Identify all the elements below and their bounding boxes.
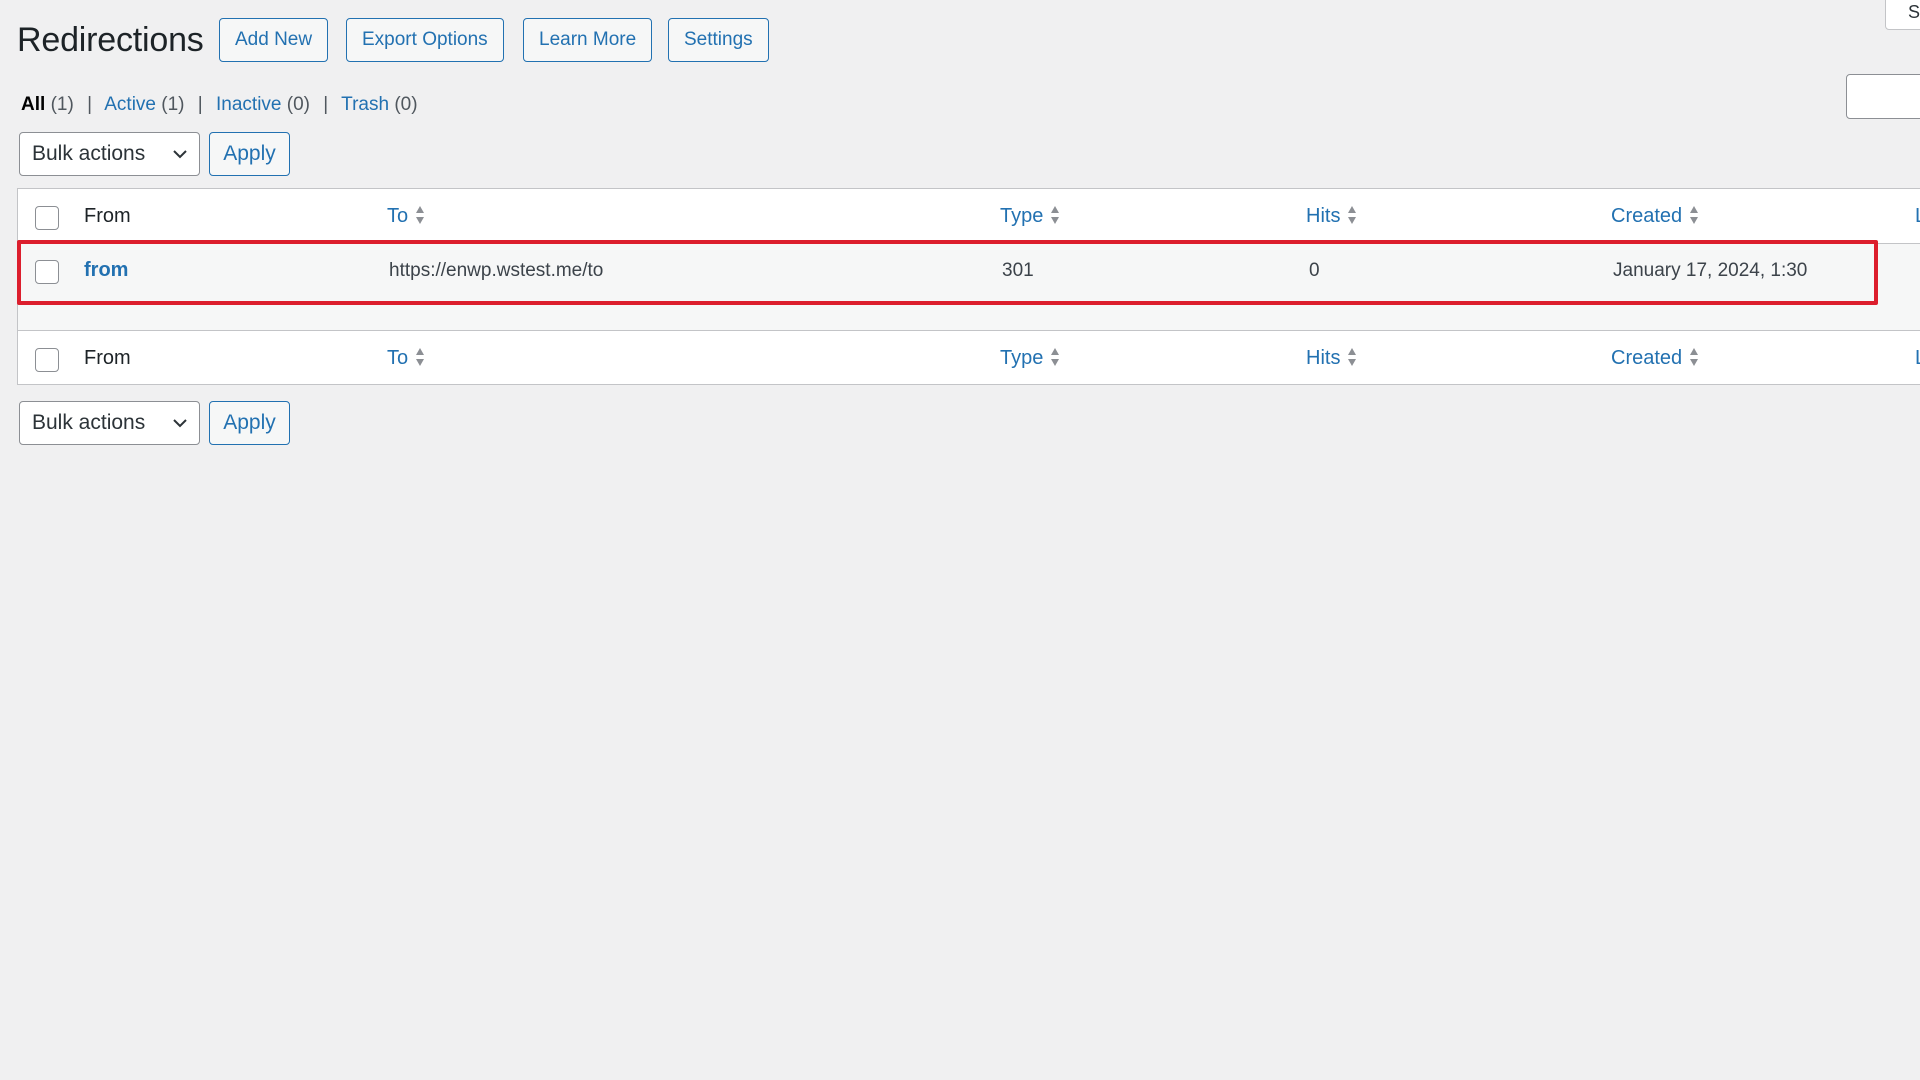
column-header-from: From: [84, 205, 131, 227]
sort-icon: [1051, 347, 1060, 366]
column-header-type[interactable]: Type: [1000, 205, 1060, 228]
filter-inactive[interactable]: Inactive: [216, 94, 281, 115]
redirect-type: 301: [1002, 260, 1034, 281]
bulk-actions-value: Bulk actions: [32, 142, 146, 165]
select-all-checkbox-footer[interactable]: [35, 348, 59, 372]
screen-options-tab[interactable]: S: [1885, 0, 1920, 30]
table-spacer: [18, 301, 1920, 331]
redirects-table: From To Type Hits Created L from https:/…: [17, 188, 1920, 385]
column-footer-to[interactable]: To: [387, 347, 425, 370]
column-footer-last[interactable]: L: [1915, 347, 1920, 370]
redirect-to-url: https://enwp.wstest.me/to: [389, 260, 604, 281]
table-header-row: From To Type Hits Created L: [18, 189, 1920, 244]
sort-icon: [1348, 205, 1357, 224]
filter-trash-count: (0): [394, 94, 418, 115]
filter-all-count: (1): [50, 94, 74, 115]
separator: |: [197, 94, 203, 115]
add-new-button[interactable]: Add New: [219, 18, 329, 62]
chevron-down-icon: [173, 150, 187, 159]
sort-icon: [416, 347, 425, 366]
bulk-actions-value: Bulk actions: [32, 411, 146, 434]
column-header-created[interactable]: Created: [1611, 205, 1699, 228]
table-footer-row: From To Type Hits Created L: [18, 331, 1920, 386]
apply-button-top[interactable]: Apply: [209, 132, 290, 176]
row-checkbox[interactable]: [35, 260, 59, 284]
select-all-checkbox[interactable]: [35, 206, 59, 230]
sort-icon: [1051, 205, 1060, 224]
status-filter-links: All (1) | Active (1) | Inactive (0) | Tr…: [21, 94, 418, 116]
filter-active-count: (1): [161, 94, 185, 115]
settings-button[interactable]: Settings: [668, 18, 769, 62]
redirect-created: January 17, 2024, 1:30: [1613, 260, 1808, 281]
apply-button-bottom[interactable]: Apply: [209, 401, 290, 445]
sort-icon: [1690, 205, 1699, 224]
redirect-hits: 0: [1309, 260, 1320, 281]
column-footer-from: From: [84, 347, 131, 369]
column-footer-type[interactable]: Type: [1000, 347, 1060, 370]
sort-icon: [416, 205, 425, 224]
separator: |: [87, 94, 93, 115]
sort-icon: [1348, 347, 1357, 366]
column-header-to[interactable]: To: [387, 205, 425, 228]
chevron-down-icon: [173, 419, 187, 428]
filter-inactive-count: (0): [286, 94, 311, 115]
column-footer-hits[interactable]: Hits: [1306, 347, 1357, 370]
sort-icon: [1690, 347, 1699, 366]
redirections-page: Redirections Add New Export Options Lear…: [0, 0, 1920, 1080]
bulk-actions-select-top[interactable]: Bulk actions: [19, 132, 200, 176]
filter-active[interactable]: Active: [104, 94, 156, 115]
bulk-actions-select-bottom[interactable]: Bulk actions: [19, 401, 200, 445]
search-input[interactable]: [1846, 74, 1920, 119]
filter-all[interactable]: All: [21, 94, 45, 115]
column-footer-created[interactable]: Created: [1611, 347, 1699, 370]
column-header-last[interactable]: L: [1915, 205, 1920, 228]
redirect-from-link[interactable]: from: [84, 259, 128, 282]
filter-trash[interactable]: Trash: [341, 94, 389, 115]
page-title: Redirections: [17, 21, 204, 59]
column-header-hits[interactable]: Hits: [1306, 205, 1357, 228]
export-options-button[interactable]: Export Options: [346, 18, 504, 62]
table-row: from https://enwp.wstest.me/to 301 0 Jan…: [18, 244, 1920, 301]
learn-more-button[interactable]: Learn More: [523, 18, 653, 62]
separator: |: [323, 94, 329, 115]
